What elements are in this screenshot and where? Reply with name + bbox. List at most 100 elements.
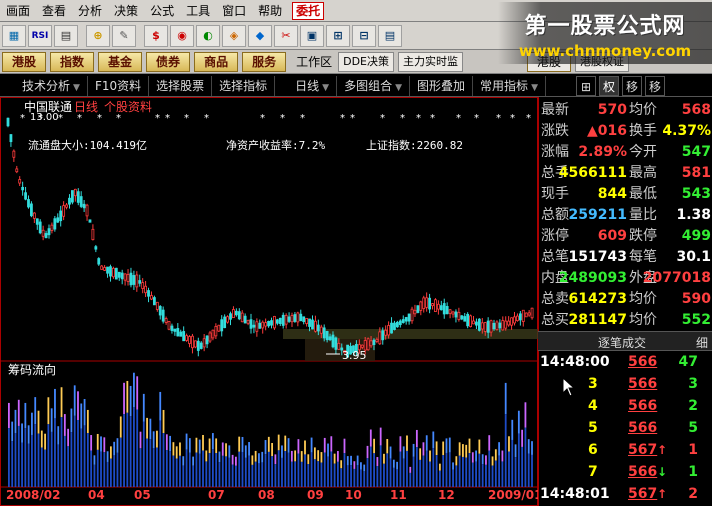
chip-bar-bottom xyxy=(17,425,20,487)
gem-icon[interactable]: ◆ xyxy=(248,24,272,47)
mouse-cursor-icon xyxy=(562,377,576,397)
tab-select-stock[interactable]: 选择股票 xyxy=(149,75,213,96)
tab-technical[interactable]: 技术分析 ▼ xyxy=(0,75,88,96)
workarea-label[interactable]: 工作区 xyxy=(296,53,332,70)
split-icon[interactable]: ⊟ xyxy=(352,24,376,47)
nav-hk-stock[interactable]: 港股 xyxy=(2,51,47,72)
candle-body xyxy=(59,210,63,222)
chip-bar-bottom xyxy=(406,450,408,487)
chip-bar-top xyxy=(373,438,375,454)
chip-bar-top xyxy=(412,443,415,457)
tab-select-indicator[interactable]: 选择指标 xyxy=(212,75,276,96)
roe-info: 净资产收益率:7.2% xyxy=(226,139,326,152)
crosshair-icon[interactable]: ⊕ xyxy=(86,24,110,47)
chip-bar-bottom xyxy=(356,465,359,487)
candle-body xyxy=(322,327,326,339)
tab-daily[interactable]: 日线 ▼ xyxy=(275,75,338,96)
dde-button[interactable]: DDE决策 xyxy=(338,51,394,72)
kline-chart-area[interactable]: * * * * * * * * * * * * * * * * * * * * * * * * 中国联通 日线 个股资料 13… xyxy=(0,97,542,506)
chip-bar-top xyxy=(159,391,162,421)
list-icon[interactable]: ▤ xyxy=(54,24,78,47)
nav-fund[interactable]: 基金 xyxy=(98,51,143,72)
candle-body xyxy=(232,309,235,319)
chart-icon[interactable]: ◐ xyxy=(196,24,220,47)
chip-bar-bottom xyxy=(508,451,510,487)
menu-item-formula[interactable]: 公式 xyxy=(144,0,180,22)
tile-icon[interactable]: ⊞ xyxy=(326,24,350,47)
scissors-icon[interactable]: ✂ xyxy=(274,24,298,47)
chip-bar-bottom xyxy=(172,455,175,487)
main-monitor-button[interactable]: 主力实时监 xyxy=(398,51,463,72)
chip-bar-bottom xyxy=(337,461,339,487)
chip-bar-top xyxy=(156,430,158,448)
candle-body xyxy=(38,221,42,234)
chip-bar-top xyxy=(123,382,125,415)
candle-body xyxy=(21,186,25,191)
candle-body xyxy=(112,267,115,278)
move-button-1[interactable]: 移 xyxy=(621,75,642,96)
chip-bar-top xyxy=(320,452,323,463)
nav-commodity[interactable]: 商品 xyxy=(194,51,239,72)
tab-multi-chart[interactable]: 多图组合 ▼ xyxy=(337,75,411,96)
grid-icon[interactable]: ▦ xyxy=(2,24,26,47)
candle-body xyxy=(492,322,496,330)
chip-bar-bottom xyxy=(44,449,46,487)
eye-icon[interactable]: ◉ xyxy=(170,24,194,47)
candle-body xyxy=(390,322,393,334)
trade-price: 566 xyxy=(628,420,658,436)
chip-bar-top xyxy=(415,429,418,448)
kline-chart-svg[interactable]: * * * * * * * * * * * * * * * * * * * * * * * * xyxy=(0,97,538,506)
chip-bar-bottom xyxy=(185,449,188,487)
marker-star: * xyxy=(526,113,531,124)
menu-item-help[interactable]: 帮助 xyxy=(252,0,288,22)
window-icon[interactable]: ▣ xyxy=(300,24,324,47)
chip-bar-bottom xyxy=(218,462,221,487)
candle-body xyxy=(44,233,48,239)
diamond-icon[interactable]: ◈ xyxy=(222,24,246,47)
chip-bar-top xyxy=(251,455,254,465)
chip-bar-bottom xyxy=(24,428,27,487)
chip-bar-bottom xyxy=(304,454,306,487)
panel-icon[interactable]: ▤ xyxy=(378,24,402,47)
candle-body xyxy=(249,319,253,329)
entrust-button[interactable]: 委托 xyxy=(292,1,325,20)
stock-info-link[interactable]: 个股资料 xyxy=(104,98,152,115)
menu-item-analysis[interactable]: 分析 xyxy=(72,0,108,22)
marker-star: * xyxy=(456,113,461,124)
candle-body xyxy=(469,315,472,328)
dollar-icon[interactable]: $ xyxy=(144,24,168,47)
layout-icon[interactable]: ⊞ xyxy=(575,75,596,96)
trades-detail-button[interactable]: 细 xyxy=(696,334,708,351)
chip-bar-bottom xyxy=(494,460,497,487)
chip-bar-top xyxy=(175,446,178,459)
chip-bar-bottom xyxy=(235,465,237,487)
chip-bar-bottom xyxy=(231,464,234,487)
candle-body xyxy=(193,340,197,348)
move-button-2[interactable]: 移 xyxy=(644,75,665,96)
pencil-icon[interactable]: ✎ xyxy=(112,24,136,47)
rsi-icon[interactable]: RSI xyxy=(28,24,52,47)
tab-overlay[interactable]: 图形叠加 xyxy=(410,75,474,96)
tab-common-indicator[interactable]: 常用指标 ▼ xyxy=(473,75,546,96)
candle-body xyxy=(109,266,112,277)
chip-bar-bottom xyxy=(14,433,17,487)
quote-row: 涨停 609 跌停 499 xyxy=(539,226,712,247)
trade-time: 4 xyxy=(588,398,598,414)
menu-item-window[interactable]: 窗口 xyxy=(216,0,252,22)
chip-bar-bottom xyxy=(527,453,530,487)
menu-item-decision[interactable]: 决策 xyxy=(108,0,144,22)
nav-bond[interactable]: 债券 xyxy=(146,51,191,72)
rights-button[interactable]: 权 xyxy=(598,75,619,96)
chip-bar-top xyxy=(261,451,264,463)
chip-bar-top xyxy=(83,399,86,426)
quote-label: 总买 xyxy=(541,312,569,328)
menu-item-view[interactable]: 画面 xyxy=(0,0,36,22)
tab-f10[interactable]: F10资料 xyxy=(88,75,150,96)
nav-service[interactable]: 服务 xyxy=(242,51,287,72)
menu-item-tools[interactable]: 工具 xyxy=(180,0,216,22)
candle-body xyxy=(480,322,484,330)
chip-bar-top xyxy=(116,438,119,453)
menu-item-look[interactable]: 查看 xyxy=(36,0,72,22)
nav-index[interactable]: 指数 xyxy=(50,51,95,72)
candle-body xyxy=(299,313,303,322)
